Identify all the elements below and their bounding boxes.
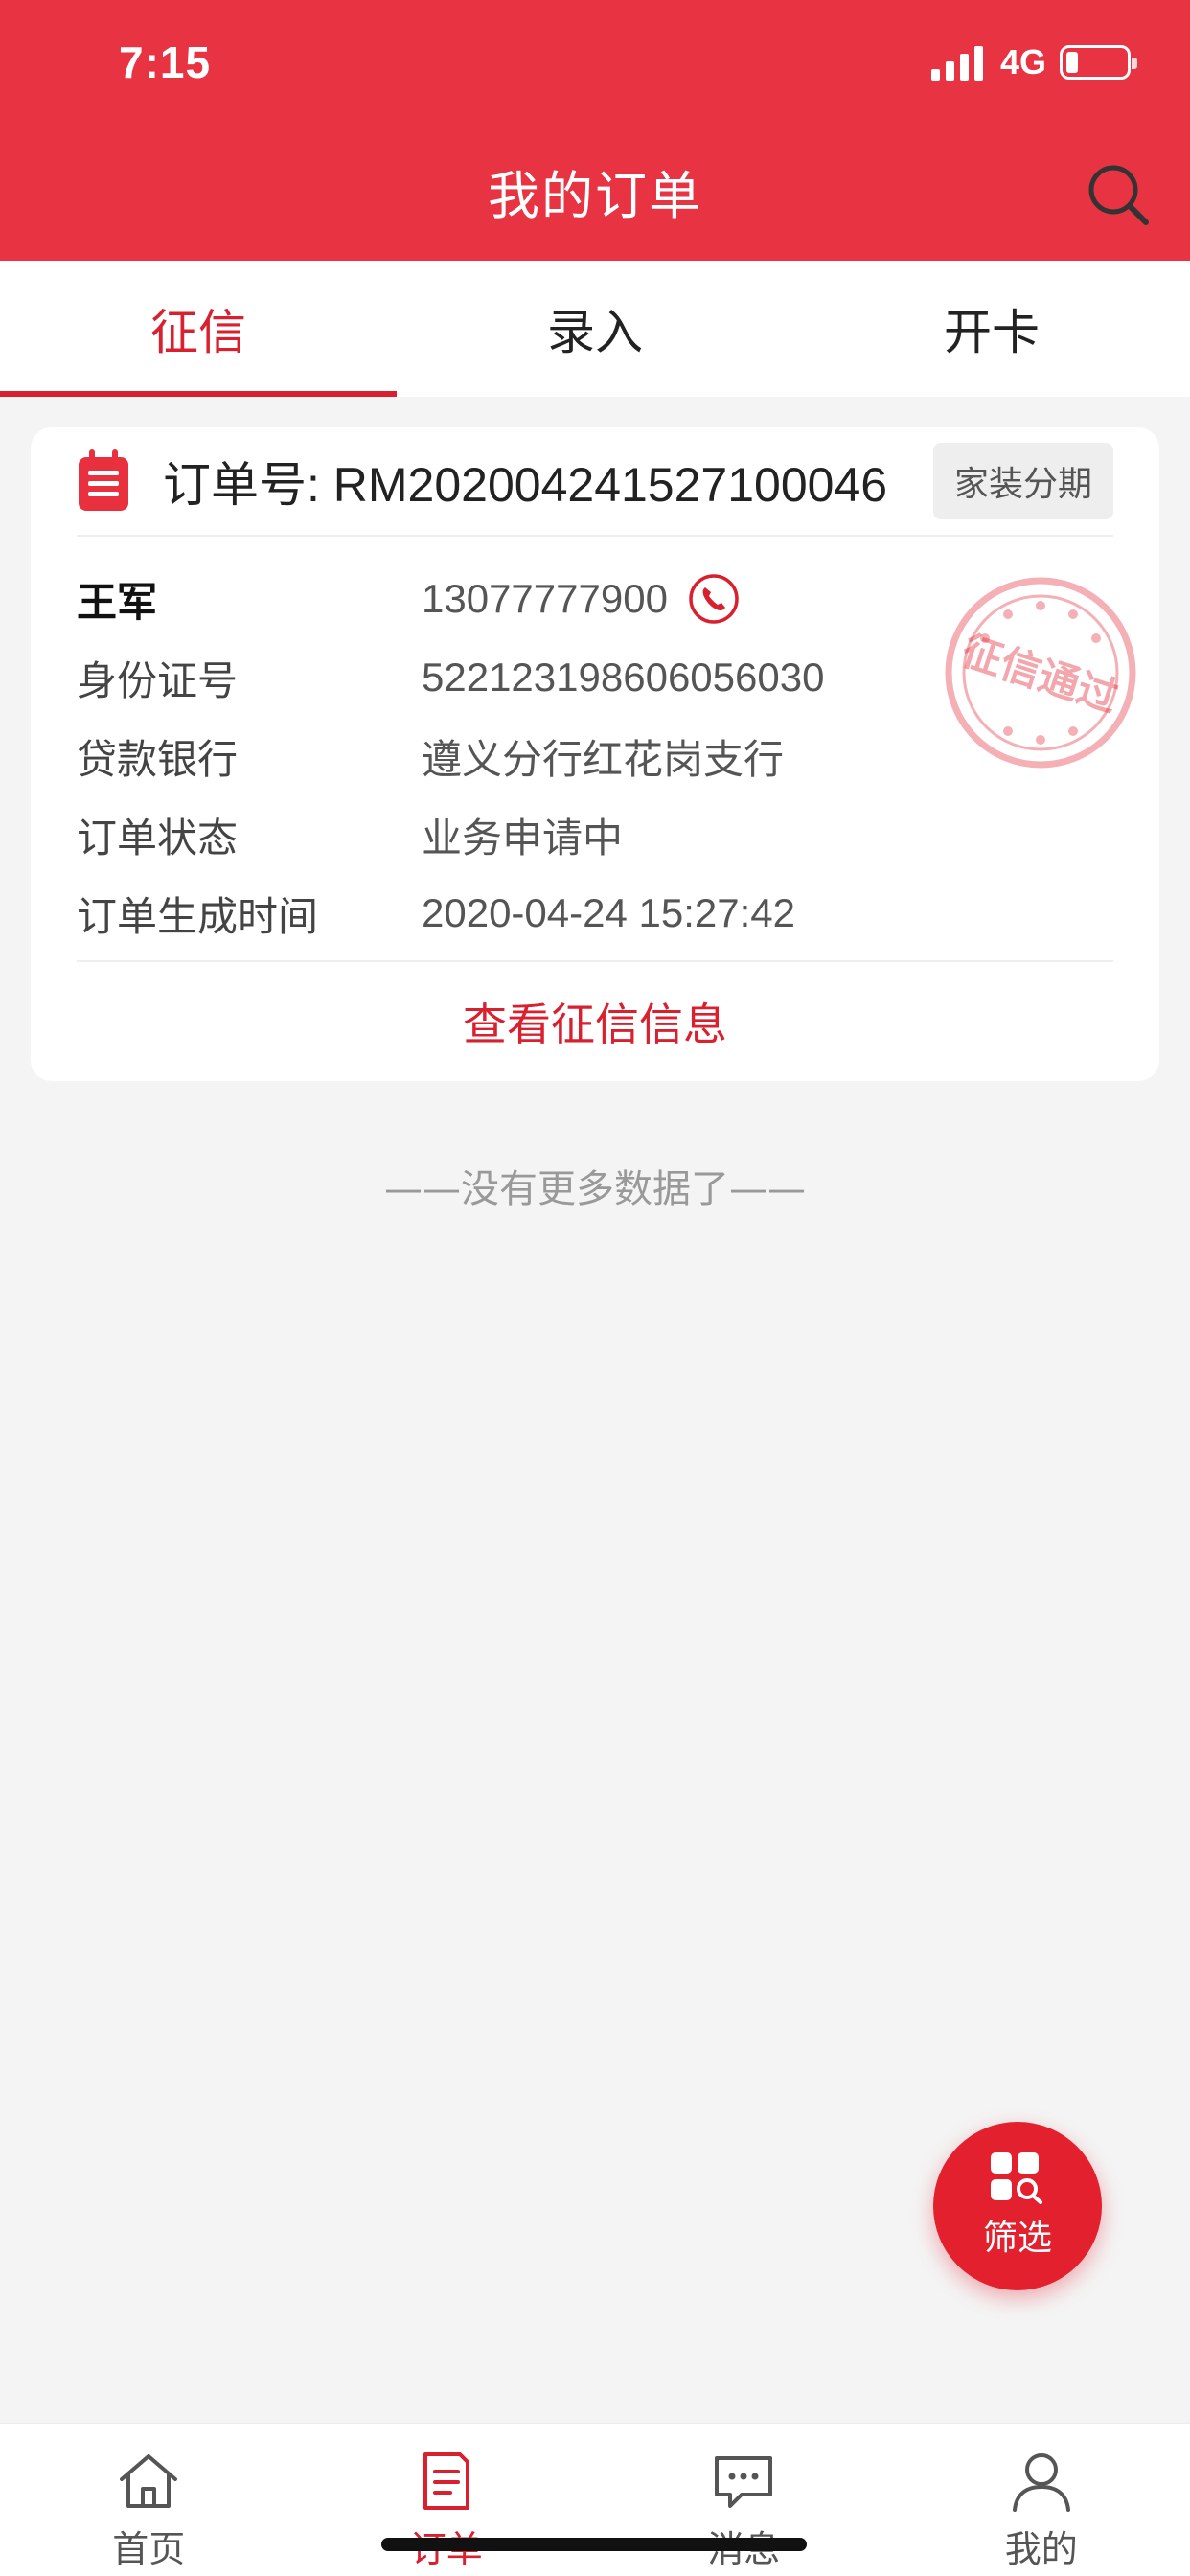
- home-icon: [120, 2454, 178, 2508]
- customer-phone: 13077777900: [422, 572, 741, 626]
- order-type-badge: 家装分期: [932, 443, 1113, 519]
- nav-home[interactable]: 首页: [0, 2424, 298, 2576]
- filter-label: 筛选: [982, 2219, 1052, 2258]
- nav-home-label: 首页: [112, 2528, 186, 2570]
- order-number: 订单号: RM202004241527100046: [163, 458, 888, 512]
- page-title: 我的订单: [488, 166, 702, 226]
- customer-name: 王军: [77, 578, 158, 626]
- loan-bank-value: 遵义分行红花岗支行: [422, 735, 785, 783]
- list-end-text: ——没有更多数据了——: [384, 1167, 806, 1211]
- calendar-list-icon: [79, 449, 128, 511]
- phone-icon[interactable]: [687, 572, 741, 626]
- profile-icon: [1012, 2453, 1070, 2512]
- search-icon[interactable]: [1085, 161, 1152, 228]
- header: 7:15 4G 我的订单: [0, 0, 1190, 261]
- tab-open-card[interactable]: 开卡: [793, 261, 1190, 397]
- created-time-row: 订单生成时间 2020-04-24 15:27:42: [77, 874, 1113, 953]
- created-time-label: 订单生成时间: [77, 892, 319, 940]
- order-status-row: 订单状态 业务申请中: [77, 795, 1113, 874]
- nav-profile[interactable]: 我的: [893, 2424, 1190, 2576]
- order-status-label: 订单状态: [77, 814, 239, 862]
- order-card-header: 订单号: RM202004241527100046 家装分期: [77, 427, 1113, 537]
- status-indicators: 4G: [930, 42, 1137, 82]
- signal-icon: [930, 44, 987, 80]
- tab-entry[interactable]: 录入: [397, 261, 793, 397]
- nav-messages[interactable]: 消息: [595, 2424, 893, 2576]
- view-credit-info-link[interactable]: 查看征信信息: [77, 960, 1113, 1081]
- nav-profile-label: 我的: [1004, 2528, 1078, 2570]
- battery-icon: [1060, 45, 1137, 80]
- home-indicator: [381, 2538, 807, 2551]
- customer-phone-number: 13077777900: [422, 576, 668, 621]
- loan-bank-label: 贷款银行: [77, 735, 239, 783]
- id-number-value: 522123198606056030: [422, 655, 825, 700]
- nav-orders[interactable]: 订单: [298, 2424, 596, 2576]
- filter-button[interactable]: 筛选: [933, 2122, 1102, 2290]
- tab-bar: 征信 录入 开卡: [0, 261, 1190, 397]
- tab-credit[interactable]: 征信: [0, 261, 397, 397]
- filter-grid-icon: [991, 2152, 1042, 2204]
- credit-approved-stamp: 征信通过: [945, 577, 1136, 769]
- network-label: 4G: [999, 42, 1046, 81]
- order-card[interactable]: 订单号: RM202004241527100046 家装分期 王军 130777…: [31, 427, 1159, 1081]
- bottom-nav: 首页 订单 消息 我的: [0, 2423, 1190, 2576]
- created-time-value: 2020-04-24 15:27:42: [422, 890, 795, 935]
- id-number-label: 身份证号: [77, 656, 239, 704]
- order-status-value: 业务申请中: [422, 814, 624, 862]
- message-icon: [715, 2456, 773, 2508]
- order-icon: [423, 2452, 469, 2510]
- status-bar: 7:15 4G: [0, 0, 1190, 130]
- status-time: 7:15: [119, 37, 212, 87]
